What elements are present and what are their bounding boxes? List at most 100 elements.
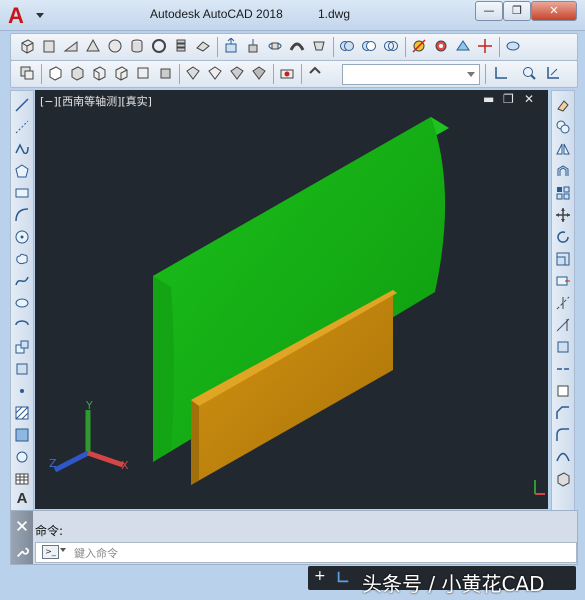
minimize-button[interactable]: —: [475, 1, 503, 21]
top-view-icon[interactable]: [135, 65, 151, 81]
file-name: 1.dwg: [318, 7, 351, 21]
extend-icon[interactable]: [555, 317, 571, 333]
erase-icon[interactable]: [555, 97, 571, 113]
revision-cloud-icon[interactable]: [14, 251, 30, 267]
ucs-axes-icon: [53, 410, 124, 473]
rotate-icon[interactable]: [555, 229, 571, 245]
trim-icon[interactable]: [555, 295, 571, 311]
view-combo[interactable]: [342, 64, 480, 85]
pyramid-icon[interactable]: [173, 38, 189, 54]
ortho-toggle-icon[interactable]: [336, 570, 350, 584]
right-view-icon[interactable]: [113, 65, 129, 81]
ellipse-icon[interactable]: [14, 295, 30, 311]
sweep-icon[interactable]: [289, 38, 305, 54]
command-prompt-icon[interactable]: >_: [42, 545, 59, 559]
presspull-icon[interactable]: [245, 38, 261, 54]
table-icon[interactable]: [14, 471, 30, 487]
autocad-logo-icon: A: [8, 3, 24, 28]
extrude-icon[interactable]: [223, 38, 239, 54]
union-icon[interactable]: [339, 38, 355, 54]
ucs-y-label: Y: [85, 399, 93, 412]
zoom-icon[interactable]: [521, 65, 537, 81]
subtract-icon[interactable]: [361, 38, 377, 54]
construction-line-icon[interactable]: [14, 119, 30, 135]
box-view-icon[interactable]: [157, 65, 173, 81]
break-at-point-icon[interactable]: [555, 339, 571, 355]
3drotate-icon[interactable]: [505, 38, 521, 54]
close-icon[interactable]: [15, 519, 29, 533]
sw-iso-icon[interactable]: [185, 65, 201, 81]
application-menu-button[interactable]: A: [6, 4, 48, 28]
make-block-icon[interactable]: [14, 361, 30, 377]
join-icon[interactable]: [555, 383, 571, 399]
title-bar: A Autodesk AutoCAD 2018 1.dwg — ❐ ✕: [0, 0, 585, 31]
spline-icon[interactable]: [14, 273, 30, 289]
solid-history-icon[interactable]: [19, 65, 35, 81]
planar-surface-icon[interactable]: [195, 38, 211, 54]
fillet-icon[interactable]: [555, 427, 571, 443]
hatch-icon[interactable]: [14, 405, 30, 421]
se-iso-icon[interactable]: [207, 65, 223, 81]
nw-iso-icon[interactable]: [251, 65, 267, 81]
wrench-icon[interactable]: [15, 545, 29, 559]
line-icon[interactable]: [14, 97, 30, 113]
grid-toggle-icon[interactable]: +: [314, 568, 326, 584]
chevron-down-icon[interactable]: [60, 548, 66, 552]
chevron-down-icon: [36, 13, 44, 18]
explode-icon[interactable]: [555, 471, 571, 487]
ellipse-arc-icon[interactable]: [14, 317, 30, 333]
break-icon[interactable]: [555, 361, 571, 377]
copy-icon[interactable]: [555, 119, 571, 135]
circle-icon[interactable]: [14, 229, 30, 245]
arc-icon[interactable]: [14, 207, 30, 223]
back-view-icon[interactable]: [69, 65, 85, 81]
orbit-icon[interactable]: [307, 65, 323, 81]
left-view-icon[interactable]: [91, 65, 107, 81]
cylinder-solid-icon[interactable]: [129, 38, 145, 54]
interfere-icon[interactable]: [433, 38, 449, 54]
wedge-icon[interactable]: [63, 38, 79, 54]
gradient-icon[interactable]: [14, 427, 30, 443]
command-input[interactable]: >_ 鍵入命令: [35, 542, 577, 563]
stretch-icon[interactable]: [555, 273, 571, 289]
pan-icon[interactable]: [545, 65, 561, 81]
box-icon[interactable]: [19, 38, 35, 54]
move-icon[interactable]: [555, 207, 571, 223]
chevron-down-icon: [467, 72, 475, 77]
multiline-text-icon[interactable]: A: [14, 491, 30, 507]
loft-icon[interactable]: [311, 38, 327, 54]
command-line-grip[interactable]: [11, 511, 33, 564]
section-icon[interactable]: [455, 38, 471, 54]
blend-icon[interactable]: [555, 449, 571, 465]
close-button[interactable]: ✕: [531, 1, 577, 21]
torus-icon[interactable]: [151, 38, 167, 54]
cylinder-icon[interactable]: [41, 38, 57, 54]
mirror-icon[interactable]: [555, 141, 571, 157]
slice-icon[interactable]: [411, 38, 427, 54]
camera-icon[interactable]: [279, 65, 295, 81]
offset-icon[interactable]: [555, 163, 571, 179]
scale-icon[interactable]: [555, 251, 571, 267]
ucs-icon[interactable]: [493, 65, 509, 81]
drawing-viewport[interactable]: [−][西南等轴测][真实] ▬ ❐ ✕ Y Z X: [35, 90, 548, 509]
sphere-icon[interactable]: [107, 38, 123, 54]
ne-iso-icon[interactable]: [229, 65, 245, 81]
3dmove-icon[interactable]: [477, 38, 493, 54]
revolve-icon[interactable]: [267, 38, 283, 54]
watermark-text: 头条号 / 小黄花CAD: [362, 572, 545, 596]
polyline-icon[interactable]: [14, 141, 30, 157]
command-history: 命令:: [35, 524, 64, 538]
region-icon[interactable]: [14, 449, 30, 465]
polygon-icon[interactable]: [14, 163, 30, 179]
chamfer-icon[interactable]: [555, 405, 571, 421]
front-view-icon[interactable]: [47, 65, 63, 81]
view-toolbar: [10, 60, 578, 88]
point-icon[interactable]: [14, 383, 30, 399]
cone-icon[interactable]: [85, 38, 101, 54]
intersect-icon[interactable]: [383, 38, 399, 54]
rectangle-icon[interactable]: [14, 185, 30, 201]
modeling-toolbar: [10, 33, 578, 61]
insert-block-icon[interactable]: [14, 339, 30, 355]
restore-button[interactable]: ❐: [503, 1, 531, 21]
array-icon[interactable]: [555, 185, 571, 201]
